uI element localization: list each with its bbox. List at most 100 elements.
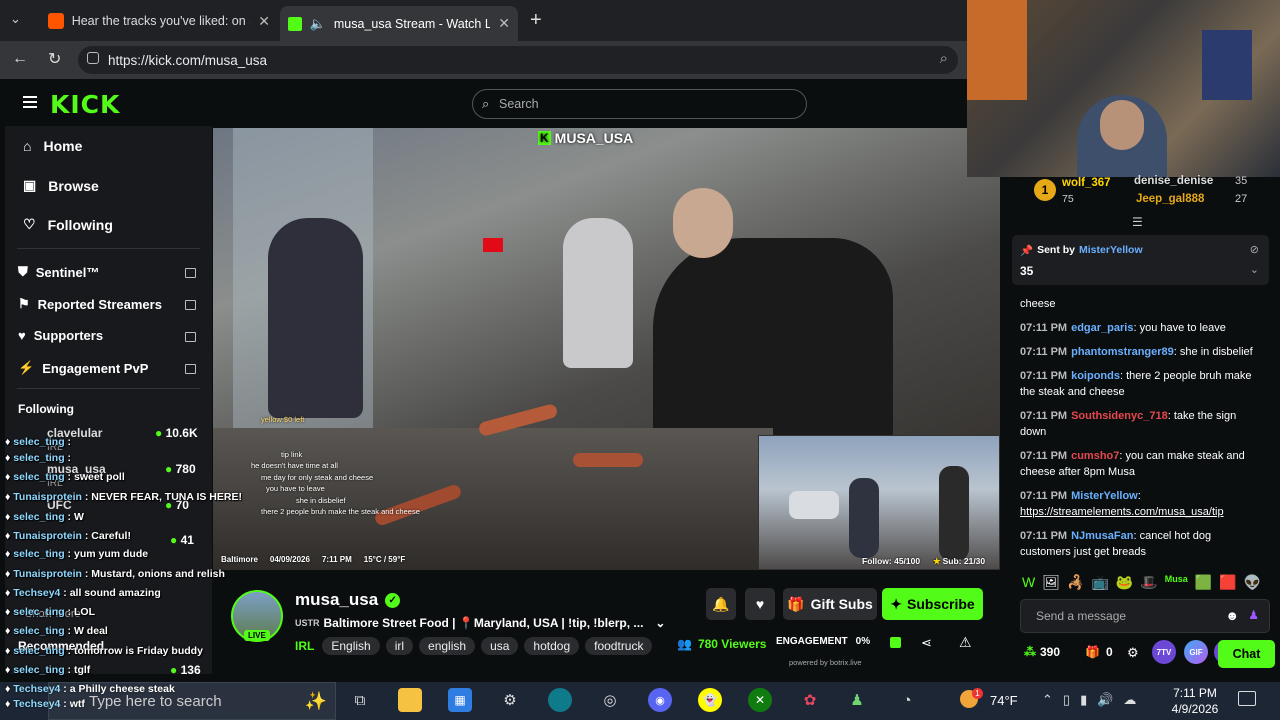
chat-username[interactable]: edgar_paris — [1071, 322, 1133, 334]
chat-username[interactable]: MisterYellow — [1071, 490, 1138, 502]
tag-pill[interactable]: English — [322, 637, 380, 655]
xbox-icon[interactable]: ✕ — [748, 688, 772, 712]
app-icon[interactable]: ✿ — [798, 688, 822, 712]
obs-icon[interactable]: ◎ — [598, 688, 622, 712]
chat-link[interactable]: https://streamelements.com/musa_usa/tip — [1020, 506, 1224, 518]
taskbar-search[interactable]: Type here to search ✨ — [48, 682, 336, 720]
bolt-icon: ⚡ — [18, 360, 35, 375]
report-icon[interactable]: ⚠ — [959, 634, 972, 651]
kick-logo[interactable]: KICK — [50, 90, 120, 119]
gifter-name[interactable]: denise_denise — [1134, 175, 1213, 187]
file-explorer-icon[interactable] — [398, 688, 422, 712]
close-tab-icon[interactable]: ✕ — [498, 15, 510, 32]
gifter-name[interactable]: wolf_367 — [1062, 177, 1111, 189]
notifications-icon[interactable] — [1238, 691, 1256, 706]
gift-subs-button[interactable]: 🎁 Gift Subs — [783, 588, 877, 620]
nav-sentinel[interactable]: ⛊ Sentinel™ — [18, 264, 99, 280]
chat-send-button[interactable]: Chat — [1218, 640, 1275, 668]
chat-username[interactable]: koiponds — [1071, 370, 1120, 382]
kick-emote-icon[interactable]: ♟ — [1248, 608, 1259, 622]
emoji-icon[interactable]: ☻ — [1225, 608, 1239, 623]
url-field[interactable]: https://kick.com/musa_usa ⌕ — [78, 46, 958, 74]
onedrive-icon[interactable]: ☁ — [1123, 692, 1136, 708]
search-input[interactable]: ⌕ Search — [472, 89, 807, 119]
emote-icon[interactable]: 👽 — [1244, 574, 1261, 591]
clock[interactable]: 7:11 PM 4/9/2026 — [1160, 685, 1230, 717]
channel-name[interactable]: musa_usa — [295, 590, 378, 610]
overlay-chat-line: ♦ selec_ting : yum yum dude — [5, 548, 149, 560]
device-icon[interactable]: ▯ — [1063, 692, 1070, 708]
nav-engagement-pvp[interactable]: ⚡ Engagement PvP — [18, 360, 148, 376]
tab-kick[interactable]: 🔈 musa_usa Stream - Watch Liv ✕ — [280, 6, 518, 41]
nav-reported-streamers[interactable]: ⚑ Reported Streamers — [18, 296, 162, 312]
pinned-user[interactable]: MisterYellow — [1079, 244, 1143, 257]
usb-icon[interactable]: ▮ — [1080, 692, 1087, 708]
nav-following[interactable]: ♡ Following — [23, 216, 113, 233]
notification-bell-icon[interactable]: 🔔 — [706, 588, 736, 620]
emote-icon[interactable]: W — [1022, 574, 1035, 591]
weather-temp[interactable]: 74°F — [990, 693, 1018, 708]
emote-icon[interactable]: Musa — [1165, 574, 1188, 591]
task-view-icon[interactable]: ⧉ — [348, 688, 372, 712]
gifter-name[interactable]: Jeep_gal888 — [1136, 193, 1204, 205]
zoom-search-icon[interactable]: ⌕ — [940, 50, 948, 67]
snapchat-icon[interactable]: 👻 — [698, 688, 722, 712]
new-tab-icon[interactable]: + — [530, 9, 542, 32]
gift-counter[interactable]: 🎁 0 — [1085, 645, 1113, 659]
discord-icon[interactable]: ◉ — [648, 688, 672, 712]
recording-icon[interactable]: ◔ — [895, 688, 919, 712]
channel-points[interactable]: ⁂ 390 — [1024, 645, 1060, 659]
site-info-icon[interactable] — [87, 52, 99, 64]
emote-icon[interactable]: 📺 — [1091, 574, 1108, 591]
subscribe-button[interactable]: ✦ Subscribe — [882, 588, 983, 620]
emote-icon[interactable]: 🐸 — [1116, 574, 1133, 591]
person-figure — [939, 466, 969, 561]
emote-icon[interactable]: 🖼 — [1042, 574, 1060, 591]
chat-username[interactable]: phantomstranger89 — [1071, 346, 1174, 358]
chevron-down-icon[interactable]: ⌄ — [655, 616, 665, 630]
external-link-icon — [185, 300, 196, 310]
share-icon[interactable]: ⋖ — [921, 635, 932, 651]
follow-heart-icon[interactable]: ♥ — [745, 588, 775, 620]
menu-icon[interactable] — [23, 96, 37, 108]
chat-input[interactable]: Send a message ☻ ♟ — [1020, 599, 1270, 633]
tag-pill[interactable]: foodtruck — [585, 637, 653, 655]
steam-icon[interactable]: ⚙ — [498, 688, 522, 712]
reload-icon[interactable]: ↻ — [48, 49, 61, 69]
emote-icon[interactable]: 🟩 — [1195, 574, 1212, 591]
tag-pill[interactable]: usa — [481, 637, 519, 655]
tab-soundcloud[interactable]: Hear the tracks you've liked: on Sc ✕ — [40, 6, 278, 36]
emote-icon[interactable]: 🟥 — [1219, 574, 1236, 591]
back-icon[interactable]: ← — [12, 50, 28, 68]
speaker-icon[interactable]: 🔈 — [310, 16, 326, 32]
chevron-up-icon[interactable]: ⌃ — [1042, 692, 1053, 708]
tag-pill[interactable]: hotdog — [524, 637, 580, 655]
microsoft-store-icon[interactable]: ▦ — [448, 688, 472, 712]
expand-gifters-icon[interactable]: ☰ — [1132, 215, 1143, 229]
overlay-chat: ♦ selec_ting : ♦ selec_ting : ♦ selec_ti… — [0, 430, 260, 682]
nav-supporters[interactable]: ♥ Supporters — [18, 328, 103, 343]
nav-browse[interactable]: ▣ Browse — [23, 177, 99, 194]
chevron-down-icon[interactable]: ⌄ — [1250, 263, 1259, 276]
gif-button[interactable]: GIF — [1184, 640, 1208, 664]
tag-pill[interactable]: english — [419, 637, 476, 655]
emote-icon[interactable]: 🦂 — [1067, 574, 1084, 591]
7tv-button[interactable]: 7TV — [1152, 640, 1176, 664]
game-icon[interactable]: ♟ — [845, 688, 869, 712]
chat-username[interactable]: NJmusaFan — [1071, 530, 1133, 542]
hide-pin-icon[interactable]: ⊘ — [1250, 243, 1259, 256]
chat-username[interactable]: Southsidenyc_718 — [1071, 410, 1168, 422]
close-tab-icon[interactable]: ✕ — [258, 13, 270, 30]
tag-pill[interactable]: irl — [385, 637, 414, 655]
tab-list-chevron-icon[interactable]: ⌄ — [10, 11, 21, 27]
pinned-by-label: Sent by — [1037, 244, 1076, 256]
nav-label: Reported Streamers — [37, 296, 162, 312]
settings-icon[interactable]: ⚙ — [1127, 645, 1139, 661]
chat-username[interactable]: cumsho7 — [1071, 450, 1119, 462]
nav-home[interactable]: ⌂ Home — [23, 138, 82, 154]
category-link[interactable]: IRL — [295, 639, 314, 653]
emote-icon[interactable]: 🎩 — [1140, 574, 1157, 591]
volume-icon[interactable]: 🔊 — [1097, 692, 1113, 708]
edge-icon[interactable] — [548, 688, 572, 712]
engagement-icon[interactable] — [890, 637, 901, 648]
